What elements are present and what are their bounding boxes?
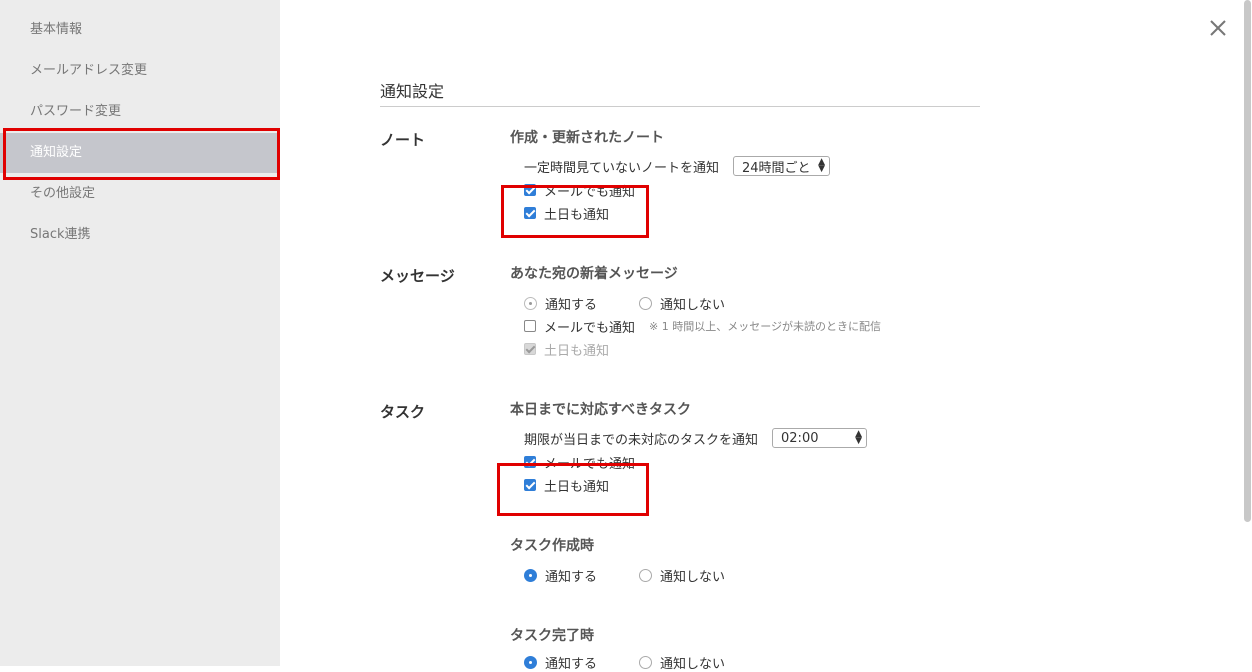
note-notify-row: 一定時間見ていないノートを通知 24時間ごと ▲ ▼ (524, 156, 831, 176)
message-weekend-label: 土日も通知 (544, 343, 610, 359)
updown-arrows-icon: ▲ ▼ (818, 157, 826, 174)
page-title: 通知設定 (380, 82, 445, 101)
message-radio-no-notify-option[interactable]: 通知しない (639, 294, 725, 313)
task-time-value: 02:00 (781, 430, 819, 446)
close-icon (1210, 20, 1226, 36)
task-created-radio-notify-label: 通知する (545, 569, 598, 585)
sidebar-item-basic-info[interactable]: 基本情報 (0, 10, 280, 50)
task-weekend-label: 土日も通知 (544, 479, 610, 495)
message-weekend-row[interactable]: 土日も通知 (524, 339, 609, 359)
sidebar-item-notification-settings[interactable]: 通知設定 (0, 133, 280, 173)
sidebar-item-password-change[interactable]: パスワード変更 (0, 92, 280, 132)
task-completed-radio-group: 通知する 通知しない (524, 652, 767, 672)
close-button[interactable] (1206, 16, 1230, 40)
task-completed-radio-notify[interactable] (524, 655, 537, 669)
sidebar-item-slack[interactable]: Slack連携 (0, 215, 280, 255)
message-email-label: メールでも通知 (544, 320, 636, 336)
section-label-message: メッセージ (380, 267, 455, 285)
note-notify-label: 一定時間見ていないノートを通知 (524, 160, 720, 176)
task-email-checkbox[interactable] (524, 456, 536, 468)
note-weekend-checkbox[interactable] (524, 207, 536, 219)
task-email-row[interactable]: メールでも通知 (524, 452, 635, 472)
task-created-notify-option[interactable]: 通知する (524, 566, 597, 585)
task-weekend-checkbox[interactable] (524, 479, 536, 491)
scrollbar[interactable] (1244, 0, 1251, 522)
note-weekend-label: 土日も通知 (544, 207, 610, 223)
task-created-subhead: タスク作成時 (510, 538, 594, 554)
updown-arrows-icon: ▲ ▼ (855, 429, 863, 446)
task-completed-no-notify-option[interactable]: 通知しない (639, 653, 725, 672)
note-email-checkbox[interactable] (524, 184, 536, 196)
task-completed-radio-no-notify[interactable] (639, 655, 653, 669)
message-email-checkbox[interactable] (524, 320, 536, 332)
settings-sidebar: 基本情報 メールアドレス変更 パスワード変更 通知設定 その他設定 Slack連… (0, 0, 280, 666)
message-radio-notify-label: 通知する (545, 297, 598, 313)
message-weekend-checkbox[interactable] (524, 343, 536, 355)
task-created-radio-no-notify[interactable] (639, 568, 653, 582)
task-completed-subhead: タスク完了時 (510, 628, 594, 644)
task-created-radio-no-notify-label: 通知しない (660, 569, 726, 585)
task-subhead: 本日までに対応すべきタスク (510, 402, 692, 418)
task-created-radio-notify[interactable] (524, 568, 537, 582)
title-divider (380, 106, 980, 107)
message-radio-group: 通知する 通知しない (524, 293, 767, 313)
sidebar-item-other-settings[interactable]: その他設定 (0, 174, 280, 214)
note-email-row[interactable]: メールでも通知 (524, 180, 635, 200)
note-interval-select[interactable]: 24時間ごと ▲ ▼ (733, 156, 831, 176)
message-radio-notify[interactable] (524, 296, 537, 310)
message-email-row[interactable]: メールでも通知 ※ 1 時間以上、メッセージが未読のときに配信 (524, 316, 881, 336)
message-radio-no-notify[interactable] (639, 296, 653, 310)
sidebar-item-email-change[interactable]: メールアドレス変更 (0, 51, 280, 91)
section-label-note: ノート (380, 131, 426, 149)
task-notify-label: 期限が当日までの未対応のタスクを通知 (524, 432, 759, 448)
task-completed-radio-no-notify-label: 通知しない (660, 656, 726, 672)
task-weekend-row[interactable]: 土日も通知 (524, 475, 609, 495)
note-email-label: メールでも通知 (544, 184, 636, 200)
task-completed-notify-option[interactable]: 通知する (524, 653, 597, 672)
task-email-label: メールでも通知 (544, 456, 636, 472)
note-weekend-row[interactable]: 土日も通知 (524, 203, 609, 223)
task-time-select[interactable]: 02:00 ▲ ▼ (772, 428, 868, 448)
task-completed-radio-notify-label: 通知する (545, 656, 598, 672)
section-label-task: タスク (380, 403, 426, 421)
message-radio-notify-option[interactable]: 通知する (524, 294, 597, 313)
note-subhead: 作成・更新されたノート (510, 130, 664, 146)
message-email-note: ※ 1 時間以上、メッセージが未読のときに配信 (649, 320, 882, 333)
note-interval-value: 24時間ごと (742, 160, 811, 176)
task-created-radio-group: 通知する 通知しない (524, 565, 767, 585)
message-radio-no-notify-label: 通知しない (660, 297, 726, 313)
task-created-no-notify-option[interactable]: 通知しない (639, 566, 725, 585)
message-subhead: あなた宛の新着メッセージ (510, 266, 678, 282)
task-notify-row: 期限が当日までの未対応のタスクを通知 02:00 ▲ ▼ (524, 428, 868, 448)
